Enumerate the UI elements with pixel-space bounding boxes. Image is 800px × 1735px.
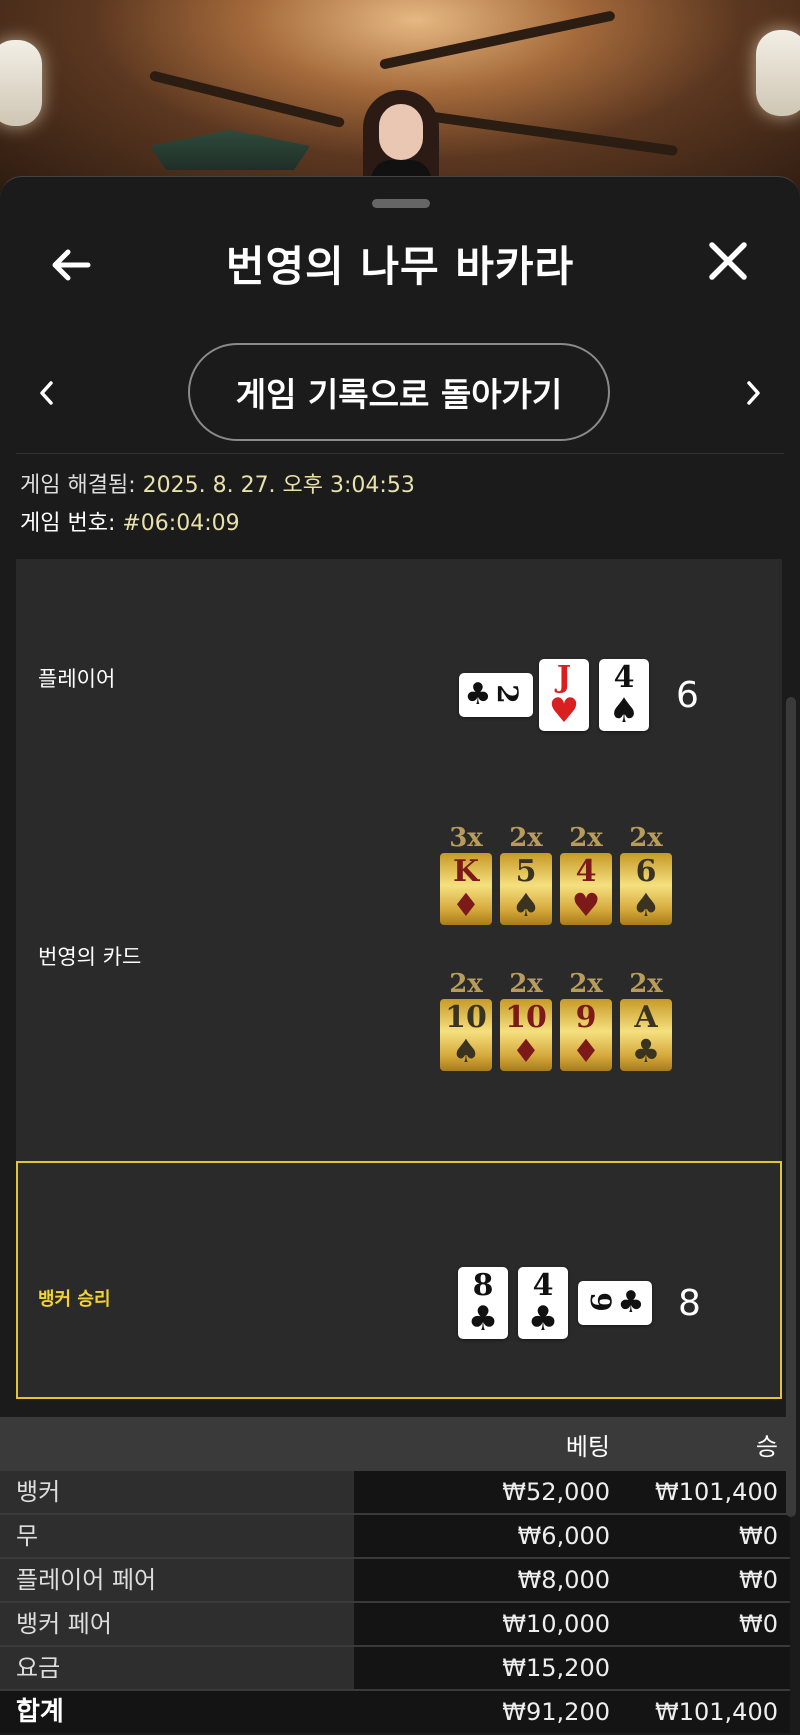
player-card-3: 4 ♠: [599, 659, 649, 731]
prosperity-label: 번영의 카드: [38, 945, 142, 969]
close-icon[interactable]: [704, 237, 752, 285]
game-number-line: 게임 번호: #06:04:09: [20, 505, 240, 537]
scrollbar[interactable]: [786, 697, 796, 1517]
multiplier: 2x: [569, 823, 603, 853]
table-row: 플레이어 페어 ₩8,000 ₩0: [0, 1557, 790, 1601]
banker-card-2: 4 ♣: [518, 1267, 568, 1339]
tree-branch: [419, 110, 679, 157]
prosperity-card: K ♦: [440, 853, 492, 925]
prosperity-card: 10 ♠: [440, 999, 492, 1071]
banker-total: 8: [678, 1283, 701, 1324]
prosperity-card: 4 ♥: [560, 853, 612, 925]
divider: [16, 453, 784, 454]
game-number-label: 게임 번호:: [20, 511, 116, 536]
table-header: 베팅 승: [0, 1417, 790, 1471]
table-row: 뱅커 페어 ₩10,000 ₩0: [0, 1601, 790, 1645]
game-resolved-label: 게임 해결됨:: [20, 473, 136, 498]
game-number-value: #06:04:09: [122, 511, 240, 536]
multiplier: 2x: [509, 823, 543, 853]
column-win: 승: [755, 1433, 778, 1461]
player-total: 6: [676, 675, 699, 716]
game-resolved-line: 게임 해결됨: 2025. 8. 27. 오후 3:04:53: [20, 467, 415, 499]
banker-card-1: 8 ♣: [458, 1267, 508, 1339]
column-bet: 베팅: [565, 1433, 610, 1461]
game-history-panel: 번영의 나무 바카라 게임 기록으로 돌아가기 게임 해결됨: 2025. 8.…: [0, 176, 800, 1735]
banker-win-label: 뱅커 승리: [38, 1289, 111, 1310]
lantern-left: [0, 40, 42, 126]
table-row: 무 ₩6,000 ₩0: [0, 1513, 790, 1557]
tree-branch: [148, 70, 346, 129]
player-label: 플레이어: [38, 667, 116, 691]
multiplier: 2x: [629, 969, 663, 999]
lantern-right: [756, 30, 800, 116]
player-card-2: J ♥: [539, 659, 589, 731]
multiplier: 2x: [629, 823, 663, 853]
banker-card-3: ♣ 9: [578, 1281, 652, 1325]
tree-branch: [378, 10, 616, 70]
page-title: 번영의 나무 바카라: [225, 242, 575, 291]
multiplier: 2x: [449, 969, 483, 999]
chevron-right-icon[interactable]: [738, 375, 768, 411]
multiplier: 2x: [509, 969, 543, 999]
game-resolved-value: 2025. 8. 27. 오후 3:04:53: [142, 473, 415, 498]
prosperity-card: A ♣: [620, 999, 672, 1071]
prosperity-card: 6 ♠: [620, 853, 672, 925]
return-to-history-button[interactable]: 게임 기록으로 돌아가기: [188, 343, 610, 441]
chevron-left-icon[interactable]: [32, 375, 62, 411]
player-card-1: ♣ 2: [459, 673, 533, 717]
banker-result-box: 뱅커 승리 8 ♣ 4 ♣ ♣ 9 8: [16, 1161, 782, 1399]
multiplier: 2x: [569, 969, 603, 999]
multiplier: 3x: [449, 823, 483, 853]
prosperity-card: 9 ♦: [560, 999, 612, 1071]
prosperity-card: 5 ♠: [500, 853, 552, 925]
table-row: 뱅커 ₩52,000 ₩101,400: [0, 1471, 790, 1513]
table-row: 요금 ₩15,200: [0, 1645, 790, 1689]
pavilion-roof: [150, 130, 310, 170]
drag-handle[interactable]: [372, 199, 430, 208]
table-total-row: 합계 ₩91,200 ₩101,400: [0, 1689, 790, 1733]
prosperity-card: 10 ♦: [500, 999, 552, 1071]
live-video-background: [0, 0, 800, 200]
